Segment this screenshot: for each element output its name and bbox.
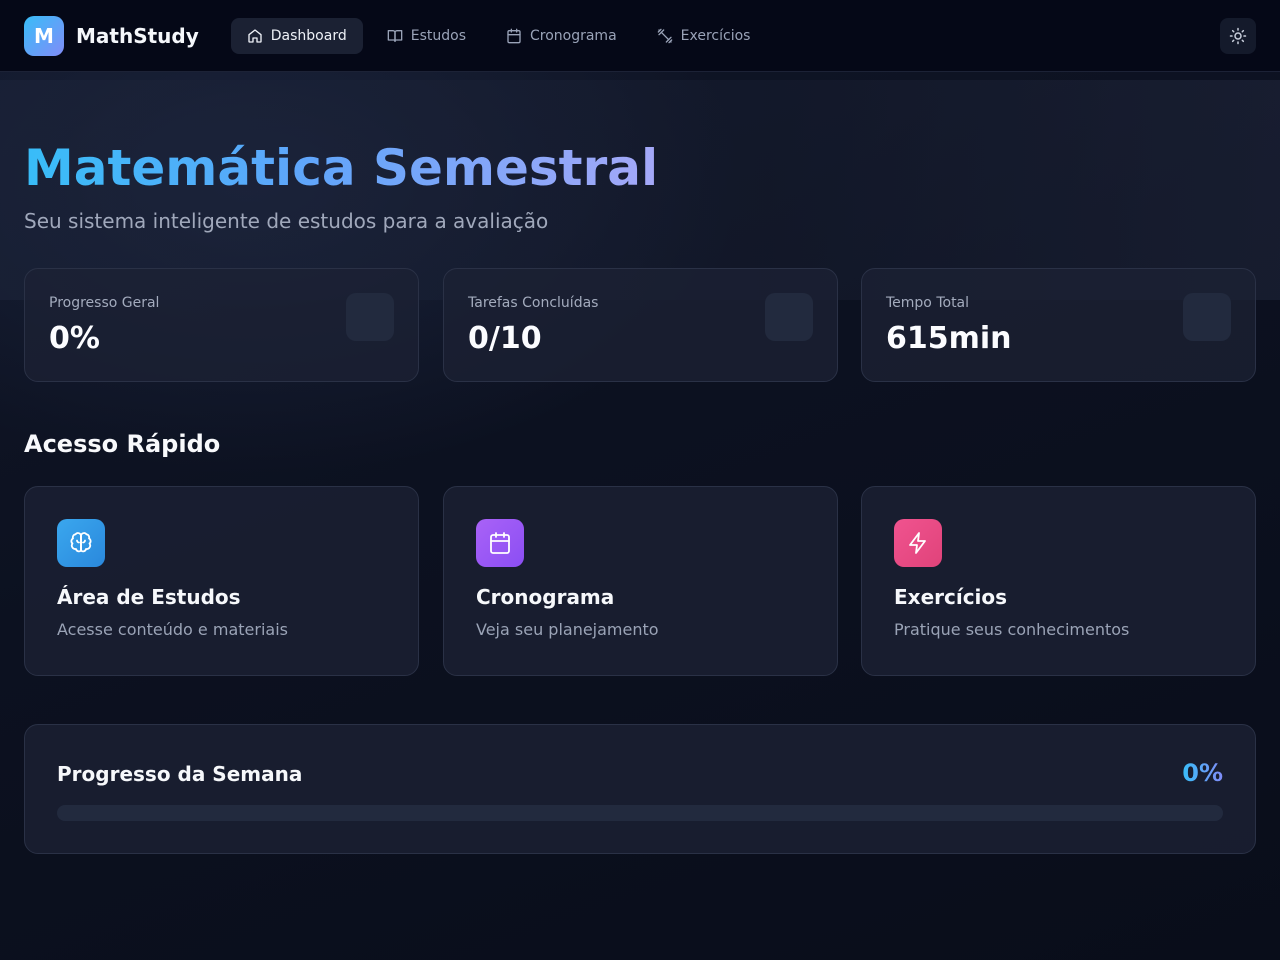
nav-item-label: Dashboard: [270, 27, 347, 44]
week-progress-bar: [57, 805, 1223, 821]
theme-toggle-button[interactable]: [1220, 17, 1256, 54]
page-title: Matemática Semestral: [24, 139, 659, 197]
week-progress-title: Progresso da Semana: [57, 762, 303, 786]
stat-label: Progresso Geral: [49, 295, 160, 311]
stat-label: Tempo Total: [886, 295, 970, 311]
nav-item-estudos[interactable]: Estudos: [371, 18, 482, 54]
calendar-icon: [490, 532, 510, 554]
quick-card-desc: Veja seu planejamento: [476, 620, 659, 639]
week-progress-percent: 0%: [1182, 759, 1223, 787]
quick-card-exercicios[interactable]: Exercícios Pratique seus conhecimentos: [861, 486, 1256, 676]
stat-label: Tarefas Concluídas: [468, 295, 599, 311]
stat-icon-placeholder: [346, 293, 394, 341]
home-icon: [248, 28, 262, 43]
page-subtitle: Seu sistema inteligente de estudos para …: [24, 209, 549, 233]
nav-item-label: Exercícios: [680, 27, 751, 44]
sun-icon: [1229, 27, 1247, 44]
calendar-icon: [507, 28, 521, 43]
book-icon: [387, 29, 403, 42]
nav-item-label: Cronograma: [529, 27, 617, 44]
zap-icon: [909, 532, 926, 554]
stat-icon-placeholder: [1183, 293, 1231, 341]
nav-item-label: Estudos: [410, 27, 466, 44]
dumbbell-icon: [657, 28, 672, 43]
top-navbar: M MathStudy Dashboard Estudos Cronograma…: [0, 0, 1280, 72]
stat-value: 615min: [886, 321, 1012, 356]
week-progress-card: Progresso da Semana 0%: [24, 724, 1256, 854]
section-title: Acesso Rápido: [24, 430, 221, 458]
quick-card-title: Cronograma: [476, 585, 615, 609]
nav-menu: Dashboard Estudos Cronograma Exercícios: [230, 17, 767, 54]
quick-card-icon-box: [57, 519, 105, 567]
quick-card-title: Área de Estudos: [57, 585, 241, 609]
quick-card-icon-box: [894, 519, 942, 567]
stat-value: 0/10: [468, 321, 542, 356]
quick-card-desc: Acesse conteúdo e materiais: [57, 620, 288, 639]
stat-icon-placeholder: [765, 293, 813, 341]
stat-value: 0%: [49, 321, 100, 356]
quick-card-desc: Pratique seus conhecimentos: [894, 620, 1130, 639]
quick-card-icon-box: [476, 519, 524, 567]
nav-item-dashboard[interactable]: Dashboard: [230, 17, 363, 54]
quick-card-estudos[interactable]: Área de Estudos Acesse conteúdo e materi…: [24, 486, 419, 676]
stat-card-progress: Progresso Geral 0%: [24, 268, 419, 382]
quick-card-cronograma[interactable]: Cronograma Veja seu planejamento: [443, 486, 838, 676]
brand-name[interactable]: MathStudy: [76, 24, 199, 48]
brain-icon: [70, 532, 92, 553]
stat-card-time: Tempo Total 615min: [861, 268, 1256, 382]
logo[interactable]: M: [24, 15, 64, 56]
quick-card-title: Exercícios: [894, 585, 1008, 609]
nav-item-cronograma[interactable]: Cronograma: [490, 18, 633, 54]
stat-card-tasks: Tarefas Concluídas 0/10: [443, 268, 838, 382]
nav-item-exercicios[interactable]: Exercícios: [641, 18, 767, 54]
